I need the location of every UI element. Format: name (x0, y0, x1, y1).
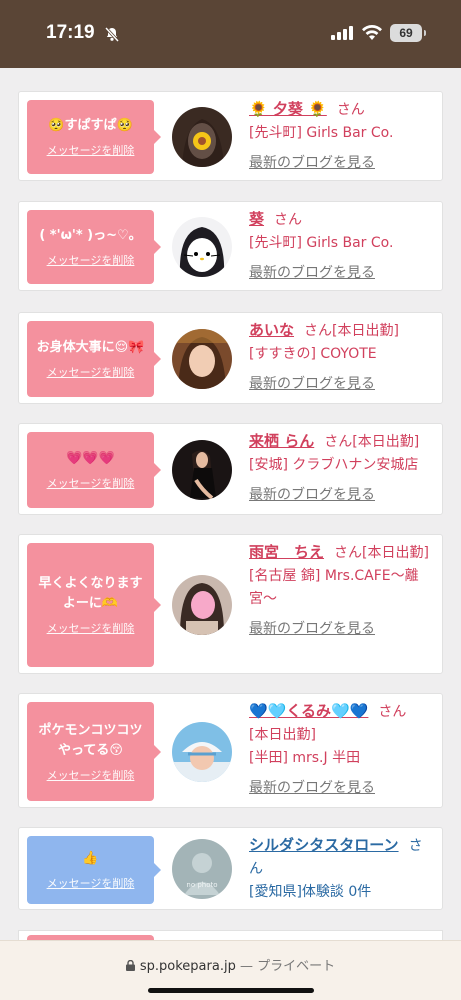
shop-label: [すすきの] COYOTE (249, 346, 377, 362)
avatar[interactable] (172, 575, 232, 635)
cast-name-link[interactable]: 🌻 夕葵 🌻 (249, 100, 327, 118)
message-bubble: 💗💗💗 メッセージを削除 (27, 432, 161, 508)
message-bubble: ( *'ω'* )っ~♡。 メッセージを削除 (27, 210, 161, 284)
honorific: さん (274, 212, 303, 228)
cast-info: 葵さん [先斗町] Girls Bar Co. 最新のブログを見る (249, 208, 434, 285)
message-bubble: 🥺すぱすぱ🥺 メッセージを削除 (27, 100, 161, 174)
shop-label: [名古屋 錦] Mrs.CAFE〜離宮〜 (249, 568, 419, 607)
delete-message-link[interactable]: メッセージを削除 (47, 364, 135, 380)
shop-label: [先斗町] Girls Bar Co. (249, 125, 394, 141)
home-indicator[interactable] (148, 988, 314, 993)
address-bar[interactable]: sp.pokepara.jp — プライベート (0, 955, 461, 974)
cast-info: シルダシタスタローン さん [愛知県]体験談 0件 (249, 834, 434, 904)
cast-name-link[interactable]: 葵 (249, 210, 264, 228)
avatar[interactable] (172, 329, 232, 389)
honorific: さん (378, 704, 407, 720)
message-text: ポケモンコツコツやってる😚 (38, 722, 143, 758)
cast-info: 雨宮 ちえ さん[本日出勤] [名古屋 錦] Mrs.CAFE〜離宮〜 最新のブロ… (249, 541, 434, 641)
url-separator: — (239, 959, 253, 974)
delete-message-link[interactable]: メッセージを削除 (47, 767, 135, 783)
honorific: さん[本日出勤] (324, 434, 420, 450)
latest-blog-link[interactable]: 最新のブログを見る (249, 618, 434, 641)
message-text: 👍 (82, 851, 99, 866)
avatar[interactable] (172, 722, 232, 782)
message-card: 👍 メッセージを削除 no photo シルダシタスタローン さん [愛知県]体験… (18, 827, 443, 910)
status-time: 17:19 (46, 22, 95, 43)
message-text: ( *'ω'* )っ~♡。 (39, 228, 142, 243)
message-card: ( *'ω'* )っ~♡。 メッセージを削除 葵さん [先斗町] Girls B… (18, 201, 443, 291)
delete-message-link[interactable]: メッセージを削除 (47, 620, 135, 636)
avatar-placeholder-text: no photo (186, 881, 217, 889)
cellular-signal-icon (331, 26, 353, 40)
work-status: [本日出勤] (249, 727, 316, 743)
status-bar: 17:19 69 (0, 0, 461, 68)
message-bubble: お身体大事に😌🎀 メッセージを削除 (27, 321, 161, 397)
message-card: ポケモンコツコツやってる😚 メッセージを削除 💙🩵くるみ🩵💙 さん [本日出勤] … (18, 693, 443, 808)
message-text: お身体大事に😌🎀 (36, 340, 145, 355)
message-bubble: 👍 メッセージを削除 (27, 836, 161, 904)
browser-bottom-bar: sp.pokepara.jp — プライベート (0, 940, 461, 1000)
message-card: 早くよくなりますよーに🫶 メッセージを削除 雨宮 ちえ さん[本日出勤] [名古屋… (18, 534, 443, 674)
avatar[interactable] (172, 440, 232, 500)
review-count-label: [愛知県]体験談 0件 (249, 884, 372, 900)
latest-blog-link[interactable]: 最新のブログを見る (249, 152, 434, 175)
latest-blog-link[interactable]: 最新のブログを見る (249, 484, 434, 507)
message-card: お身体大事に😌🎀 メッセージを削除 あいな さん[本日出勤] [すすきの] COY… (18, 312, 443, 404)
cast-info: あいな さん[本日出勤] [すすきの] COYOTE 最新のブログを見る (249, 319, 434, 396)
url-text: sp.pokepara.jp (139, 959, 236, 974)
avatar[interactable]: no photo (172, 839, 232, 899)
honorific: さん[本日出勤] (334, 545, 429, 561)
message-card: 🥺すぱすぱ🥺 メッセージを削除 🌻 夕葵 🌻 さん [先斗町] Girls Bar… (18, 91, 443, 181)
delete-message-link[interactable]: メッセージを削除 (47, 252, 135, 268)
lock-icon (125, 960, 135, 971)
message-text: 🥺すぱすぱ🥺 (48, 118, 133, 133)
message-bubble: ポケモンコツコツやってる😚 メッセージを削除 (27, 702, 161, 801)
latest-blog-link[interactable]: 最新のブログを見る (249, 777, 434, 800)
bell-muted-icon (104, 26, 120, 42)
honorific: さん[本日出勤] (304, 323, 399, 339)
latest-blog-link[interactable]: 最新のブログを見る (249, 373, 434, 396)
message-bubble: 早くよくなりますよーに🫶 メッセージを削除 (27, 543, 161, 667)
shop-label: [先斗町] Girls Bar Co. (249, 235, 394, 251)
avatar[interactable] (172, 217, 232, 277)
cast-name-link[interactable]: 来栖 らん (249, 432, 314, 450)
avatar[interactable] (172, 107, 232, 167)
reviewer-name-link[interactable]: シルダシタスタローン (249, 836, 399, 854)
shop-label: [安城] クラブハナン安城店 (249, 457, 419, 473)
latest-blog-link[interactable]: 最新のブログを見る (249, 262, 434, 285)
cast-name-link[interactable]: 雨宮 ちえ (249, 543, 324, 561)
cast-name-link[interactable]: 💙🩵くるみ🩵💙 (249, 702, 368, 720)
cast-info: 💙🩵くるみ🩵💙 さん [本日出勤] [半田] mrs.J 半田 最新のブログを見る (249, 700, 434, 800)
shop-label: [半田] mrs.J 半田 (249, 750, 361, 766)
delete-message-link[interactable]: メッセージを削除 (47, 875, 135, 891)
cast-name-link[interactable]: あいな (249, 321, 294, 339)
wifi-icon (362, 24, 382, 40)
message-card: 💗💗💗 メッセージを削除 来栖 らん さん[本日出勤] [安城] クラブハナン安城… (18, 423, 443, 515)
cast-info: 🌻 夕葵 🌻 さん [先斗町] Girls Bar Co. 最新のブログを見る (249, 98, 434, 175)
delete-message-link[interactable]: メッセージを削除 (47, 142, 135, 158)
battery-icon: 69 (390, 24, 426, 42)
honorific: さん (336, 102, 365, 118)
private-mode-label: プライベート (257, 959, 336, 974)
delete-message-link[interactable]: メッセージを削除 (47, 475, 135, 491)
cast-info: 来栖 らん さん[本日出勤] [安城] クラブハナン安城店 最新のブログを見る (249, 430, 434, 507)
message-text: 💗💗💗 (66, 451, 115, 466)
message-text: 早くよくなりますよーに🫶 (38, 576, 143, 611)
